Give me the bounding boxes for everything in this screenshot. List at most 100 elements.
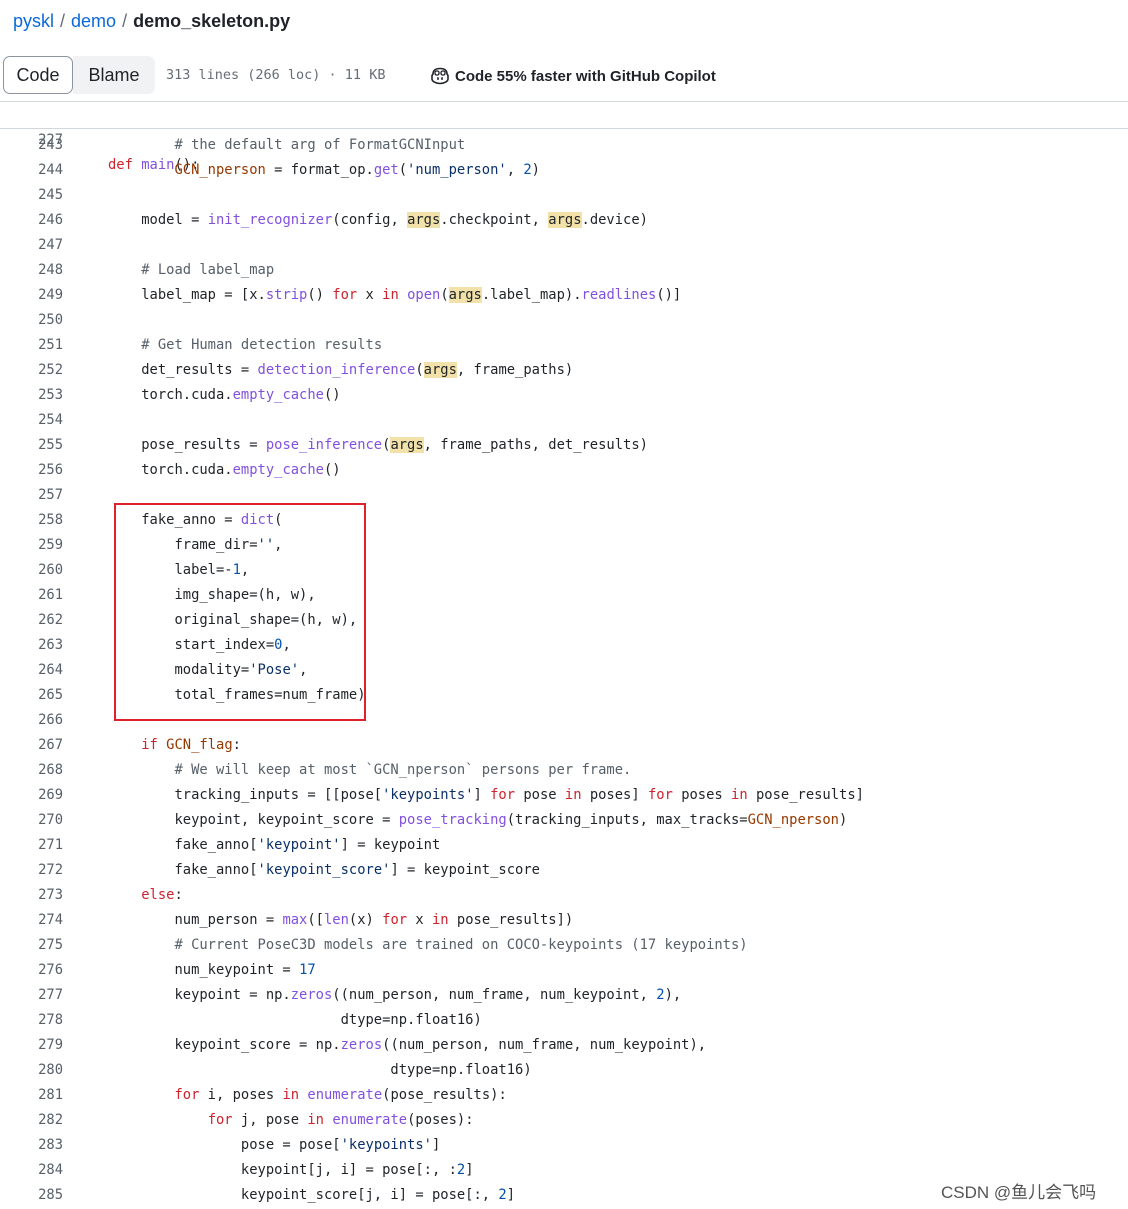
line-number[interactable]: 247 [0, 233, 63, 258]
code-line: 274 num_person = max([len(x) for x in po… [0, 908, 1128, 933]
line-number[interactable]: 261 [0, 583, 63, 608]
copilot-promo-text: Code 55% faster with GitHub Copilot [455, 67, 716, 85]
line-number[interactable]: 275 [0, 933, 63, 958]
code-line: 268 # We will keep at most `GCN_nperson`… [0, 758, 1128, 783]
code-line: 269 tracking_inputs = [[pose['keypoints'… [0, 783, 1128, 808]
code-line: 270 keypoint, keypoint_score = pose_trac… [0, 808, 1128, 833]
line-number[interactable]: 268 [0, 758, 63, 783]
line-number[interactable]: 272 [0, 858, 63, 883]
watermark: CSDN @鱼儿会飞吗 [941, 1183, 1097, 1202]
code-line: 248 # Load label_map [0, 258, 1128, 283]
line-number[interactable]: 280 [0, 1058, 63, 1083]
code-line: 276 num_keypoint = 17 [0, 958, 1128, 983]
line-number[interactable]: 251 [0, 333, 63, 358]
line-number[interactable]: 246 [0, 208, 63, 233]
code-text: # Get Human detection results [141, 337, 383, 353]
code-line: 250 [0, 308, 1128, 333]
code-line: 254 [0, 408, 1128, 433]
code-line: 246 model = init_recognizer(config, args… [0, 208, 1128, 233]
line-number[interactable]: 282 [0, 1108, 63, 1133]
code-text: # We will keep at most `GCN_nperson` per… [174, 762, 632, 778]
line-number[interactable]: 252 [0, 358, 63, 383]
code-line: 244 GCN_nperson = format_op.get('num_per… [0, 158, 1128, 183]
code-line: 256 torch.cuda.empty_cache() [0, 458, 1128, 483]
line-number[interactable]: 276 [0, 958, 63, 983]
code-text: torch.cuda.empty_cache() [108, 462, 341, 478]
code-line: 245 [0, 183, 1128, 208]
code-line: 278 dtype=np.float16) [0, 1008, 1128, 1033]
blame-tab[interactable]: Blame [73, 56, 155, 94]
code-text: det_results = detection_inference(args, … [108, 362, 574, 378]
breadcrumb-repo-link[interactable]: pyskl [13, 11, 54, 31]
line-number[interactable]: 265 [0, 683, 63, 708]
code-line: 280 dtype=np.float16) [0, 1058, 1128, 1083]
line-number[interactable]: 263 [0, 633, 63, 658]
line-number[interactable]: 249 [0, 283, 63, 308]
line-number[interactable]: 245 [0, 183, 63, 208]
line-number[interactable]: 262 [0, 608, 63, 633]
code-line: 281 for i, poses in enumerate(pose_resul… [0, 1083, 1128, 1108]
file-toolbar: Code Blame 313 lines (266 loc) · 11 KB C… [0, 51, 1128, 102]
code-text: if GCN_flag: [141, 737, 241, 753]
code-text: label_map = [x.strip() for x in open(arg… [108, 287, 682, 303]
code-line: 272 fake_anno['keypoint_score'] = keypoi… [0, 858, 1128, 883]
view-mode-toggle: Code Blame [3, 56, 155, 94]
breadcrumb-file-name: demo_skeleton.py [133, 11, 291, 31]
code-text: keypoint[j, i] = pose[:, :2] [108, 1162, 474, 1178]
line-number[interactable]: 269 [0, 783, 63, 808]
line-number[interactable]: 254 [0, 408, 63, 433]
code-text: fake_anno['keypoint_score'] = keypoint_s… [108, 862, 540, 878]
line-number[interactable]: 256 [0, 458, 63, 483]
code-text: # Current PoseC3D models are trained on … [174, 937, 748, 953]
code-tab[interactable]: Code [3, 56, 73, 94]
line-number[interactable]: 278 [0, 1008, 63, 1033]
line-number[interactable]: 250 [0, 308, 63, 333]
code-text: for j, pose in enumerate(poses): [207, 1112, 474, 1128]
line-number[interactable]: 283 [0, 1133, 63, 1158]
line-number[interactable]: 243 [0, 133, 63, 158]
line-number[interactable]: 284 [0, 1158, 63, 1183]
line-number[interactable]: 264 [0, 658, 63, 683]
line-number[interactable]: 285 [0, 1183, 63, 1208]
line-number[interactable]: 273 [0, 883, 63, 908]
code-text: fake_anno['keypoint'] = keypoint [108, 837, 441, 853]
code-text: tracking_inputs = [[pose['keypoints'] fo… [108, 787, 864, 803]
line-number[interactable]: 259 [0, 533, 63, 558]
code-line: 267 if GCN_flag: [0, 733, 1128, 758]
line-number[interactable]: 266 [0, 708, 63, 733]
code-text: # the default arg of FormatGCNInput [174, 137, 466, 153]
breadcrumb-separator: / [122, 11, 128, 31]
code-line: 253 torch.cuda.empty_cache() [0, 383, 1128, 408]
code-text: model = init_recognizer(config, args.che… [108, 212, 648, 228]
code-line: 249 label_map = [x.strip() for x in open… [0, 283, 1128, 308]
breadcrumb-folder-link[interactable]: demo [71, 11, 116, 31]
code-text: keypoint, keypoint_score = pose_tracking… [108, 812, 848, 828]
sticky-scope-header[interactable]: 227 def main(): [0, 103, 1128, 173]
code-line: 279 keypoint_score = np.zeros((num_perso… [0, 1033, 1128, 1058]
file-info: 313 lines (266 loc) · 11 KB [166, 67, 386, 83]
line-number[interactable]: 281 [0, 1083, 63, 1108]
line-number[interactable]: 271 [0, 833, 63, 858]
line-number[interactable]: 270 [0, 808, 63, 833]
code-text: num_keypoint = 17 [108, 962, 316, 978]
code-line: 283 pose = pose['keypoints'] [0, 1133, 1128, 1158]
code-text: else: [141, 887, 183, 903]
code-text: GCN_nperson = format_op.get('num_person'… [174, 162, 540, 178]
code-text: keypoint_score = np.zeros((num_person, n… [108, 1037, 707, 1053]
line-number[interactable]: 274 [0, 908, 63, 933]
line-number[interactable]: 255 [0, 433, 63, 458]
copilot-promo[interactable]: Code 55% faster with GitHub Copilot [430, 65, 716, 87]
line-number[interactable]: 253 [0, 383, 63, 408]
line-number[interactable]: 279 [0, 1033, 63, 1058]
line-number[interactable]: 277 [0, 983, 63, 1008]
line-number[interactable]: 260 [0, 558, 63, 583]
line-number[interactable]: 258 [0, 508, 63, 533]
code-text: dtype=np.float16) [108, 1062, 532, 1078]
code-line: 273 else: [0, 883, 1128, 908]
line-number[interactable]: 267 [0, 733, 63, 758]
code-line: 277 keypoint = np.zeros((num_person, num… [0, 983, 1128, 1008]
line-number[interactable]: 244 [0, 158, 63, 183]
line-number[interactable]: 257 [0, 483, 63, 508]
line-number[interactable]: 248 [0, 258, 63, 283]
code-text: dtype=np.float16) [108, 1012, 482, 1028]
